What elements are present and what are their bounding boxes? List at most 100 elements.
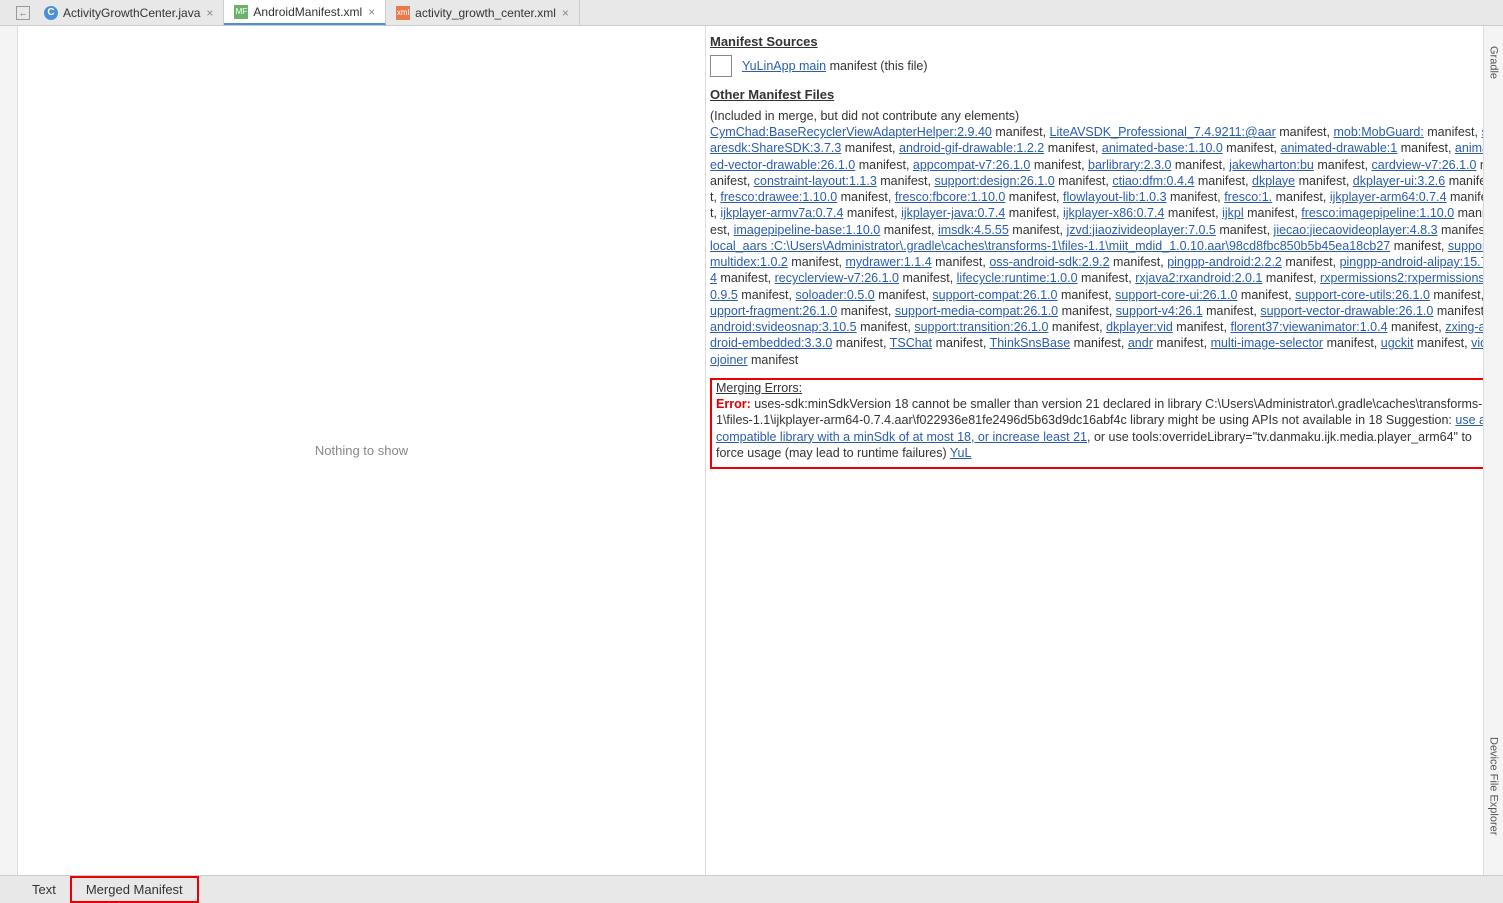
manifest-link[interactable]: dkplayer-ui:3.2.6 — [1353, 174, 1445, 188]
tab-android-manifest-xml[interactable]: MF AndroidManifest.xml × — [224, 0, 386, 25]
manifest-link[interactable]: fresco:imagepipeline:1.10.0 — [1301, 206, 1454, 220]
main-manifest-suffix: manifest (this file) — [826, 59, 927, 73]
manifest-link[interactable]: barlibrary:2.3.0 — [1088, 158, 1171, 172]
manifest-link[interactable]: support-core-ui:26.1.0 — [1115, 288, 1237, 302]
merged-manifest-right-panel[interactable]: Manifest Sources YuLinApp main manifest … — [706, 26, 1503, 875]
manifest-link[interactable]: mob:MobGuard: — [1333, 125, 1423, 139]
manifest-link[interactable]: support:design:26.1.0 — [934, 174, 1054, 188]
error-source-link[interactable]: YuL — [950, 446, 972, 460]
manifest-link[interactable]: ctiao:dfm:0.4.4 — [1112, 174, 1194, 188]
manifest-link[interactable]: recyclerview-v7:26.1.0 — [775, 271, 899, 285]
manifest-sep: manifest, — [1173, 320, 1231, 334]
tab-merged-manifest[interactable]: Merged Manifest — [70, 876, 199, 903]
merging-errors-title: Merging Errors: — [716, 381, 802, 395]
manifest-link[interactable]: rxjava2:rxandroid:2.0.1 — [1135, 271, 1262, 285]
manifest-link[interactable]: support:transition:26.1.0 — [914, 320, 1048, 334]
manifest-link[interactable]: support-media-compat:26.1.0 — [895, 304, 1058, 318]
manifest-link[interactable]: jiecao:jiecaovideoplayer:4.8.3 — [1274, 223, 1438, 237]
side-tab-gradle[interactable]: Gradle — [1488, 46, 1500, 79]
manifest-link[interactable]: LiteAVSDK_Professional_7.4.9211:@aar — [1050, 125, 1276, 139]
manifest-link[interactable]: ThinkSnsBase — [990, 336, 1071, 350]
manifest-sep: manifest, — [880, 223, 938, 237]
manifest-sep: manifest, — [1164, 206, 1222, 220]
manifest-link[interactable]: dkplaye — [1252, 174, 1295, 188]
manifest-link[interactable]: flowlayout-lib:1.0.3 — [1063, 190, 1167, 204]
manifest-sep: manifest, — [1005, 206, 1063, 220]
manifest-link[interactable]: florent37:viewanimator:1.0.4 — [1230, 320, 1387, 334]
manifest-link[interactable]: imsdk:4.5.55 — [938, 223, 1009, 237]
manifest-sep: manifest, — [837, 190, 895, 204]
manifest-link[interactable]: oss-android-sdk:2.9.2 — [989, 255, 1109, 269]
manifest-sep: manifest, — [1005, 190, 1063, 204]
manifest-link[interactable]: support-v4:26.1 — [1116, 304, 1203, 318]
manifest-sep: manifest, — [1171, 158, 1229, 172]
manifest-link[interactable]: ijkplayer-java:0.7.4 — [901, 206, 1005, 220]
manifest-view-tabs: Text Merged Manifest — [0, 875, 1503, 903]
manifest-link[interactable]: animated-drawable:1 — [1281, 141, 1398, 155]
manifest-sep: manifest, — [1272, 190, 1330, 204]
manifest-link[interactable]: TSChat — [890, 336, 932, 350]
manifest-link[interactable]: mydrawer:1.1.4 — [846, 255, 932, 269]
tab-label: ActivityGrowthCenter.java — [63, 6, 200, 20]
manifest-link[interactable]: CymChad:BaseRecyclerViewAdapterHelper:2.… — [710, 125, 992, 139]
tab-activity-growth-center-xml[interactable]: xml activity_growth_center.xml × — [386, 0, 580, 25]
source-color-swatch — [710, 55, 732, 77]
manifest-sep: manifest, — [837, 304, 895, 318]
side-tab-device-file-explorer[interactable]: Device File Explorer — [1488, 737, 1500, 835]
manifest-link[interactable]: ijkplayer-arm64:0.7.4 — [1330, 190, 1447, 204]
manifest-link[interactable]: local_aars :C:\Users\Administrator\.grad… — [710, 239, 1390, 253]
manifest-link[interactable]: ijkpl — [1222, 206, 1244, 220]
manifest-sep: manifest, — [843, 206, 901, 220]
other-manifests-list: CymChad:BaseRecyclerViewAdapterHelper:2.… — [710, 124, 1495, 368]
manifest-link[interactable]: fresco:fbcore:1.10.0 — [895, 190, 1005, 204]
close-icon[interactable]: × — [562, 6, 569, 20]
manifest-link[interactable]: cardview-v7:26.1.0 — [1372, 158, 1477, 172]
manifest-link[interactable]: support-core-utils:26.1.0 — [1295, 288, 1430, 302]
manifest-link[interactable]: fresco:1. — [1224, 190, 1272, 204]
manifest-sep: manifest, — [1194, 174, 1252, 188]
manifest-sep: manifest, — [1237, 288, 1295, 302]
placeholder-text: Nothing to show — [315, 443, 408, 458]
manifest-sep: manifest, — [1276, 125, 1334, 139]
manifest-sep: manifest, — [1048, 320, 1106, 334]
manifest-source-row: YuLinApp main manifest (this file) — [710, 55, 1495, 77]
manifest-link[interactable]: jzvd:jiaozivideoplayer:7.0.5 — [1066, 223, 1215, 237]
manifest-link[interactable]: dkplayer:vid — [1106, 320, 1173, 334]
manifest-link[interactable]: jakewharton:bu — [1229, 158, 1314, 172]
manifest-sep: manifest, — [877, 174, 935, 188]
manifest-link[interactable]: ugckit — [1381, 336, 1414, 350]
manifest-link[interactable]: ijkplayer-armv7a:0.7.4 — [720, 206, 843, 220]
close-icon[interactable]: × — [368, 5, 375, 19]
close-icon[interactable]: × — [206, 6, 213, 20]
manifest-link[interactable]: fresco:drawee:1.10.0 — [720, 190, 837, 204]
manifest-link[interactable]: android-gif-drawable:1.2.2 — [899, 141, 1044, 155]
manifest-link[interactable]: ijkplayer-x86:0.7.4 — [1063, 206, 1164, 220]
manifest-sep: manifest, — [1216, 223, 1274, 237]
manifest-link[interactable]: imagepipeline-base:1.10.0 — [734, 223, 881, 237]
manifest-link[interactable]: android:svideosnap:3.10.5 — [710, 320, 857, 334]
manifest-link[interactable]: animated-base:1.10.0 — [1102, 141, 1223, 155]
manifest-sep: manifest, — [932, 336, 989, 350]
manifest-sep: manifest, — [1223, 141, 1281, 155]
manifest-link[interactable]: appcompat-v7:26.1.0 — [913, 158, 1030, 172]
error-label: Error: — [716, 397, 751, 411]
manifest-link[interactable]: support-vector-drawable:26.1.0 — [1260, 304, 1433, 318]
tab-activity-growth-center-java[interactable]: C ActivityGrowthCenter.java × — [34, 0, 224, 25]
other-manifest-files-title: Other Manifest Files — [710, 87, 1495, 104]
manifest-link[interactable]: pingpp-android:2.2.2 — [1167, 255, 1282, 269]
manifest-sep: manifest, — [1167, 190, 1225, 204]
manifest-link[interactable]: constraint-layout:1.1.3 — [754, 174, 877, 188]
merging-errors-box: Merging Errors: Error: uses-sdk:minSdkVe… — [710, 378, 1495, 469]
manifest-sep: manifest, — [738, 288, 796, 302]
main-manifest-link[interactable]: YuLinApp main — [742, 59, 826, 73]
layout-xml-icon: xml — [396, 6, 410, 20]
manifest-link[interactable]: support-compat:26.1.0 — [932, 288, 1057, 302]
manifest-sources-title: Manifest Sources — [710, 34, 1495, 51]
manifest-link[interactable]: lifecycle:runtime:1.0.0 — [957, 271, 1078, 285]
manifest-link[interactable]: multi-image-selector — [1211, 336, 1324, 350]
tab-text[interactable]: Text — [18, 878, 70, 901]
manifest-sep: manifest, — [1058, 304, 1116, 318]
manifest-link[interactable]: andr — [1128, 336, 1153, 350]
tab-scroll-left-icon[interactable]: ← — [16, 6, 30, 20]
manifest-link[interactable]: soloader:0.5.0 — [795, 288, 874, 302]
